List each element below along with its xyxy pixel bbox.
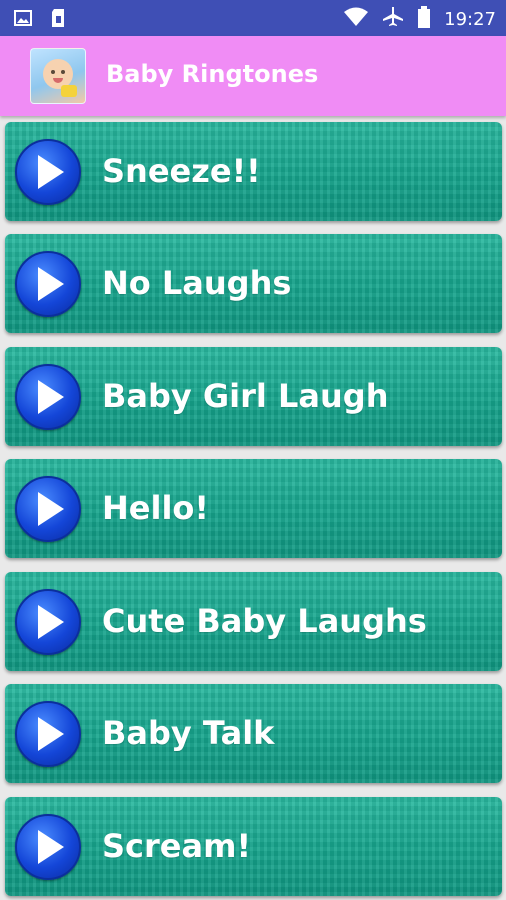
- ringtone-label: Baby Girl Laugh: [102, 377, 389, 415]
- ringtone-item[interactable]: Scream!: [5, 797, 502, 896]
- play-icon[interactable]: [15, 701, 81, 767]
- play-icon[interactable]: [15, 251, 81, 317]
- wifi-icon: [344, 7, 369, 32]
- image-icon: [14, 9, 32, 31]
- ringtone-item[interactable]: Sneeze!!: [5, 122, 502, 221]
- status-time: 19:27: [444, 9, 496, 30]
- airplane-icon: [382, 6, 404, 33]
- play-icon[interactable]: [15, 364, 81, 430]
- ringtone-label: Baby Talk: [102, 714, 275, 752]
- app-logo: [30, 48, 86, 104]
- ringtone-item[interactable]: No Laughs: [5, 234, 502, 333]
- play-icon[interactable]: [15, 589, 81, 655]
- ringtone-list: Sneeze!! No Laughs Baby Girl Laugh Hello…: [0, 116, 506, 900]
- status-bar: 19:27: [0, 0, 506, 36]
- play-icon[interactable]: [15, 476, 81, 542]
- ringtone-label: Hello!: [102, 489, 209, 527]
- ringtone-item[interactable]: Cute Baby Laughs: [5, 572, 502, 671]
- app-title: Baby Ringtones: [106, 60, 319, 88]
- play-icon[interactable]: [15, 139, 81, 205]
- ringtone-item[interactable]: Baby Talk: [5, 684, 502, 783]
- ringtone-label: No Laughs: [102, 264, 292, 302]
- battery-icon: [418, 6, 431, 33]
- ringtone-label: Scream!: [102, 827, 252, 865]
- app-bar: Baby Ringtones: [0, 36, 506, 116]
- sim-card-icon: [50, 8, 66, 32]
- ringtone-label: Sneeze!!: [102, 152, 261, 190]
- play-icon[interactable]: [15, 814, 81, 880]
- ringtone-label: Cute Baby Laughs: [102, 602, 427, 640]
- ringtone-item[interactable]: Hello!: [5, 459, 502, 558]
- ringtone-item[interactable]: Baby Girl Laugh: [5, 347, 502, 446]
